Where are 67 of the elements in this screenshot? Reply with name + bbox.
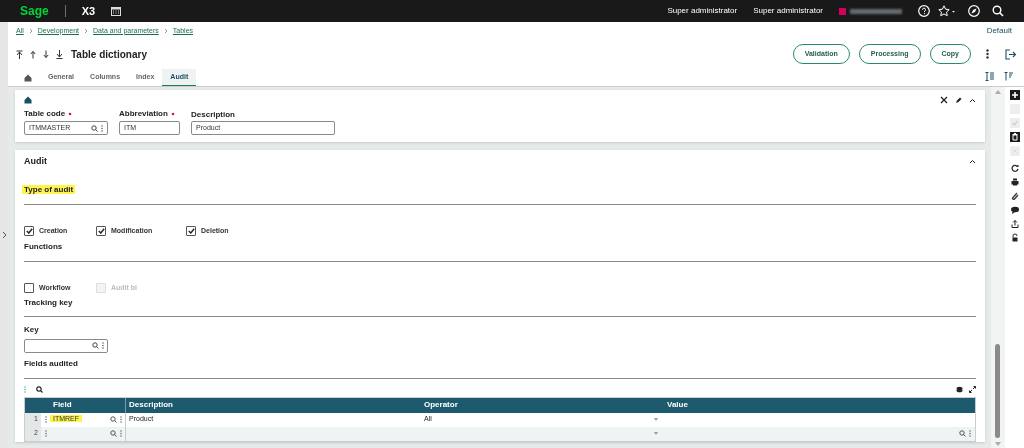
required-icon	[170, 112, 175, 116]
layout-icon[interactable]	[985, 72, 994, 81]
print-icon[interactable]	[1009, 177, 1020, 187]
search-icon[interactable]	[992, 5, 1004, 17]
page-title: Table dictionary	[71, 47, 147, 62]
logo[interactable]: Sage	[20, 2, 49, 20]
key-field[interactable]	[24, 338, 108, 353]
column-header[interactable]: Operator	[421, 397, 664, 413]
subsection-title: Fields audited	[24, 357, 79, 370]
checkbox[interactable]	[96, 225, 106, 236]
sort-icon[interactable]	[1004, 72, 1013, 81]
chevron-right-icon	[84, 28, 89, 34]
first-record-icon[interactable]	[16, 49, 23, 59]
paperclip-icon[interactable]	[1009, 191, 1020, 201]
field-label: Description	[191, 109, 236, 119]
comment-icon[interactable]	[1009, 205, 1020, 215]
section-title: Audit	[24, 155, 47, 168]
caret-icon[interactable]	[654, 418, 658, 421]
chevron-right-icon	[28, 28, 33, 34]
add-icon[interactable]	[1009, 90, 1020, 100]
chevron-right-icon	[163, 28, 168, 34]
checkbox[interactable]	[186, 225, 196, 236]
tools-icon[interactable]	[940, 96, 948, 104]
checkbox[interactable]	[24, 225, 34, 236]
last-record-icon[interactable]	[56, 49, 63, 59]
chevron-right-icon[interactable]	[1, 231, 7, 239]
edit-icon[interactable]	[955, 96, 962, 104]
subsection-title: Functions	[24, 241, 64, 253]
search-icon[interactable]	[91, 124, 98, 132]
share-icon[interactable]	[1009, 219, 1020, 229]
user-role[interactable]: Super administrator	[753, 5, 823, 17]
collapse-icon[interactable]	[969, 159, 976, 165]
home-icon[interactable]	[24, 73, 32, 82]
redacted-text	[850, 8, 902, 14]
down-arrow-icon[interactable]	[43, 49, 49, 59]
exit-icon[interactable]	[1005, 48, 1016, 60]
refresh-icon[interactable]	[1009, 163, 1020, 173]
field-label: Key	[24, 323, 40, 336]
lock-icon[interactable]	[1009, 233, 1020, 243]
column-header[interactable]: Value	[664, 397, 975, 413]
more-icon[interactable]	[986, 49, 989, 59]
field-label: Table code	[24, 108, 66, 120]
layers-icon[interactable]	[956, 386, 963, 393]
trash-icon[interactable]	[1009, 132, 1020, 142]
search-icon[interactable]	[36, 386, 43, 393]
product-name: X3	[81, 3, 96, 19]
home-icon[interactable]	[24, 96, 32, 104]
column-header[interactable]: Description	[126, 397, 421, 413]
required-icon	[68, 112, 73, 116]
field-label: Abbreviation	[119, 108, 168, 120]
scrollbar-thumb[interactable]	[995, 344, 1000, 438]
checkbox[interactable]	[24, 283, 34, 294]
caret-icon[interactable]	[654, 432, 658, 435]
calendar-icon[interactable]	[111, 6, 122, 16]
subsection-title: Tracking key	[24, 296, 74, 309]
column-header[interactable]: Field	[41, 397, 126, 413]
compass-icon[interactable]	[968, 5, 980, 17]
search-icon[interactable]	[92, 342, 99, 349]
collapse-icon[interactable]	[969, 97, 976, 103]
help-icon[interactable]	[918, 5, 930, 17]
subsection-title: Type of audit	[22, 184, 76, 194]
user-role[interactable]: Super administrator	[667, 5, 738, 17]
up-arrow-icon[interactable]	[30, 49, 36, 59]
color-marker	[839, 7, 846, 15]
preset-selector[interactable]: Default	[986, 25, 1012, 37]
expand-icon[interactable]	[969, 386, 976, 393]
star-icon[interactable]	[938, 5, 956, 17]
